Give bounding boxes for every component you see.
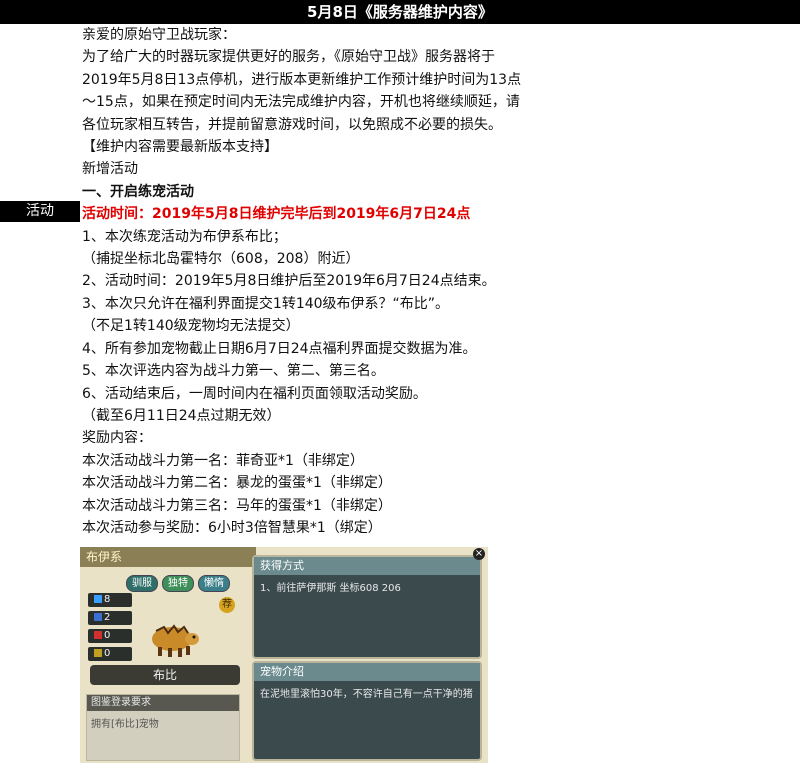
stat-value: 8 bbox=[104, 594, 111, 605]
activity-line: 3、本次只允许在福利界面提交1转140级布伊系？“布比”。 bbox=[82, 295, 450, 312]
pet-info-screenshot: 布伊系 驯服 独特 懒惰 8 2 0 0 荐 布比 图鉴登录要求 拥有[布比]宠… bbox=[80, 547, 488, 763]
tame-button[interactable]: 驯服 bbox=[126, 575, 158, 592]
activity-line: （捕捉坐标北岛霍特尔（608，208）附近） bbox=[82, 251, 360, 268]
reward-line: 本次活动战斗力第三名：马年的蛋蛋*1（非绑定） bbox=[82, 497, 392, 514]
stat-value: 0 bbox=[104, 648, 111, 659]
intro-text: 在泥地里滚怕30年，不容许自己有一点干净的猪 bbox=[260, 689, 473, 700]
activity-line: 1、本次练宠活动为布伊系布比； bbox=[82, 228, 287, 245]
requirement-text: 拥有[布比]宠物 bbox=[91, 719, 159, 730]
obtain-title: 获得方式 bbox=[254, 557, 480, 575]
stat-value: 2 bbox=[104, 612, 111, 623]
intro-title: 宠物介绍 bbox=[254, 663, 480, 681]
stat-row: 2 bbox=[88, 611, 132, 625]
intro-paragraph: 为了给广大的时器玩家提供更好的服务，《原始守卫战》服务器将于2019年5月8日1… bbox=[82, 49, 522, 133]
lazy-button[interactable]: 懒惰 bbox=[198, 575, 230, 592]
pet-category-header: 布伊系 bbox=[80, 547, 256, 567]
stat-row: 0 bbox=[88, 647, 132, 661]
stat-icon bbox=[94, 595, 102, 603]
announcement-body: 亲爱的原始守卫战玩家： 为了给广大的时器玩家提供更好的服务，《原始守卫战》服务器… bbox=[82, 24, 522, 539]
activity-title: 一、开启练宠活动 bbox=[82, 183, 194, 200]
stat-icon bbox=[94, 631, 102, 639]
sidebar-tab-activity[interactable]: 活动 bbox=[0, 201, 80, 222]
stat-row: 8 bbox=[88, 593, 132, 607]
activity-line: 5、本次评选内容为战斗力第一、第二、第三名。 bbox=[82, 363, 385, 380]
activity-line: （不足1转140级宠物均无法提交） bbox=[82, 318, 300, 335]
reward-line: 本次活动战斗力第二名：暴龙的蛋蛋*1（非绑定） bbox=[82, 475, 392, 492]
pet-intro-box: 宠物介绍 在泥地里滚怕30年，不容许自己有一点干净的猪 bbox=[252, 661, 482, 761]
obtain-text: 1、前往萨伊那斯 坐标608 206 bbox=[260, 583, 401, 594]
stat-value: 0 bbox=[104, 630, 111, 641]
recommend-badge: 荐 bbox=[219, 597, 235, 613]
section-heading: 新增活动 bbox=[82, 161, 138, 178]
requirement-title: 图鉴登录要求 bbox=[87, 695, 239, 711]
activity-line: 6、活动结束后，一周时间内在福利页面领取活动奖励。 bbox=[82, 385, 427, 402]
stat-row: 0 bbox=[88, 629, 132, 643]
obtain-method-box: 获得方式 1、前往萨伊那斯 坐标608 206 bbox=[252, 555, 482, 659]
stat-icon bbox=[94, 649, 102, 657]
activity-line: 2、活动时间：2019年5月8日维护后至2019年6月7日24点结束。 bbox=[82, 273, 496, 290]
page-title: 5月8日《服务器维护内容》 bbox=[0, 0, 800, 24]
pet-name-bar: 布比 bbox=[90, 665, 240, 685]
greeting-text: 亲爱的原始守卫战玩家： bbox=[82, 27, 236, 43]
reward-line: 本次活动战斗力第一名：菲奇亚*1（非绑定） bbox=[82, 452, 364, 469]
activity-line: （截至6月11日24点过期无效） bbox=[82, 407, 281, 424]
unique-button[interactable]: 独特 bbox=[162, 575, 194, 592]
activity-line: 4、所有参加宠物截止日期6月7日24点福利界面提交数据为准。 bbox=[82, 340, 477, 357]
reward-heading: 奖励内容： bbox=[82, 430, 152, 447]
collection-requirement-box: 图鉴登录要求 拥有[布比]宠物 bbox=[86, 694, 240, 761]
boar-pet-icon bbox=[152, 624, 199, 657]
reward-line: 本次活动参与奖励：6小时3倍智慧果*1（绑定） bbox=[82, 519, 382, 536]
close-icon[interactable]: × bbox=[473, 548, 485, 560]
stat-icon bbox=[94, 613, 102, 621]
notice-text: 【维护内容需要最新版本支持】 bbox=[82, 139, 278, 156]
activity-time: 活动时间：2019年5月8日维护完毕后到2019年6月7日24点 bbox=[82, 206, 471, 223]
